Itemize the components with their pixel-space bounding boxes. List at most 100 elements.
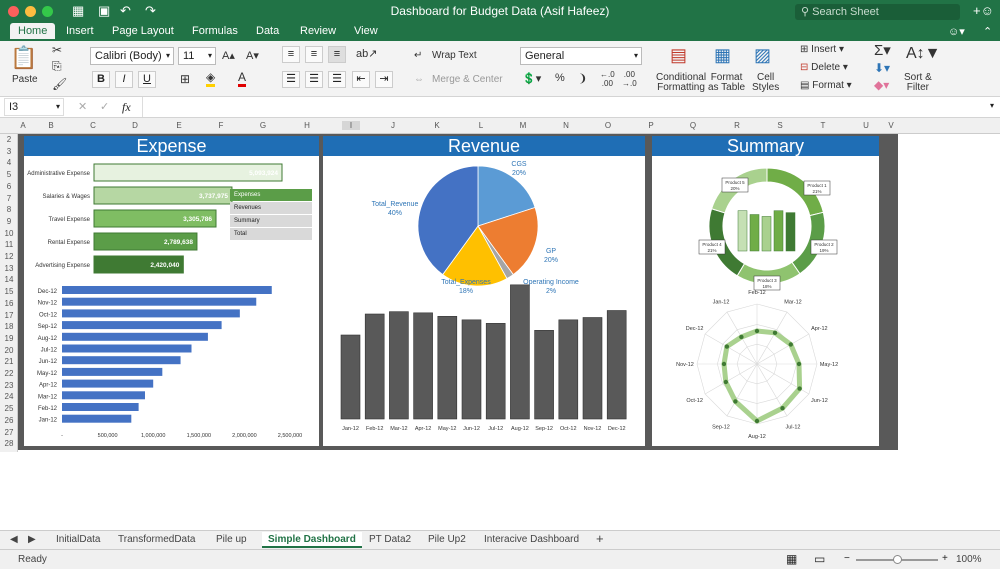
- row-header[interactable]: 4: [0, 158, 18, 167]
- shrink-font-icon[interactable]: A▾: [246, 49, 259, 62]
- expand-formula-icon[interactable]: ▾: [990, 101, 994, 110]
- row-header[interactable]: 9: [0, 217, 18, 226]
- align-right-button[interactable]: ☰: [328, 71, 346, 88]
- format-as-table-icon[interactable]: ▦: [714, 45, 731, 66]
- increase-indent-button[interactable]: ⇥: [375, 71, 393, 88]
- row-header[interactable]: 24: [0, 392, 18, 401]
- fill-icon[interactable]: ⬇▾: [874, 61, 890, 75]
- cell-styles-button[interactable]: Cell Styles: [752, 73, 779, 93]
- column-header[interactable]: N: [561, 121, 571, 130]
- row-header[interactable]: 17: [0, 311, 18, 320]
- tab-insert[interactable]: Insert: [66, 25, 94, 37]
- font-size-select[interactable]: 11 ▾: [178, 47, 216, 65]
- tab-review[interactable]: Review: [300, 25, 336, 37]
- column-header[interactable]: I: [342, 121, 360, 130]
- row-header[interactable]: 14: [0, 275, 18, 284]
- zoom-in-icon[interactable]: +: [942, 553, 948, 564]
- row-header[interactable]: 21: [0, 357, 18, 366]
- collapse-ribbon-icon[interactable]: ⌃: [983, 25, 992, 38]
- column-header[interactable]: J: [388, 121, 398, 130]
- column-header[interactable]: U: [861, 121, 871, 130]
- font-name-select[interactable]: Calibri (Body) ▾: [90, 47, 174, 65]
- function-icon[interactable]: fx: [122, 100, 131, 115]
- format-painter-icon[interactable]: 🖌: [52, 77, 67, 91]
- bold-button[interactable]: B: [92, 71, 110, 88]
- column-header[interactable]: T: [818, 121, 828, 130]
- autosum-icon[interactable]: Σ▾: [874, 41, 891, 59]
- row-header[interactable]: 10: [0, 229, 18, 238]
- row-header[interactable]: 16: [0, 299, 18, 308]
- column-header[interactable]: V: [886, 121, 896, 130]
- row-header[interactable]: 11: [0, 240, 18, 249]
- row-header[interactable]: 3: [0, 147, 18, 156]
- fill-color-icon[interactable]: ◈: [206, 70, 216, 87]
- format-as-table-button[interactable]: Format as Table: [708, 73, 745, 93]
- page-layout-view-icon[interactable]: ▭: [814, 552, 825, 566]
- formula-input[interactable]: [142, 97, 987, 117]
- number-format-select[interactable]: General ▾: [520, 47, 642, 65]
- row-header[interactable]: 22: [0, 369, 18, 378]
- cancel-icon[interactable]: ✕: [78, 100, 87, 113]
- column-header[interactable]: C: [88, 121, 98, 130]
- row-header[interactable]: 8: [0, 205, 18, 214]
- normal-view-icon[interactable]: ▦: [786, 552, 797, 566]
- align-top-button[interactable]: ≡: [282, 46, 300, 63]
- conditional-formatting-icon[interactable]: ▤: [670, 45, 687, 66]
- sheet-tab[interactable]: Pile Up2: [428, 534, 466, 545]
- column-header[interactable]: D: [130, 121, 140, 130]
- decrease-decimal-button[interactable]: .00 →.0: [622, 70, 637, 88]
- name-box[interactable]: I3 ▾: [4, 98, 64, 116]
- row-header[interactable]: 12: [0, 252, 18, 261]
- decrease-indent-button[interactable]: ⇤: [352, 71, 370, 88]
- search-input[interactable]: ⚲ Search Sheet: [795, 4, 960, 20]
- slicer-item[interactable]: Summary: [230, 215, 312, 227]
- row-header[interactable]: 7: [0, 194, 18, 203]
- sort-filter-button[interactable]: Sort & Filter: [904, 73, 932, 93]
- slicer-item[interactable]: Total: [230, 228, 312, 240]
- zoom-out-icon[interactable]: −: [844, 553, 850, 564]
- column-header[interactable]: O: [603, 121, 613, 130]
- comma-button[interactable]: ❩: [578, 72, 587, 85]
- increase-decimal-button[interactable]: ←.0.00: [600, 70, 615, 88]
- zoom-slider[interactable]: [856, 555, 938, 564]
- column-header[interactable]: S: [775, 121, 785, 130]
- percent-button[interactable]: %: [555, 72, 565, 84]
- row-header[interactable]: 28: [0, 439, 18, 448]
- column-header[interactable]: A: [18, 121, 28, 130]
- column-header[interactable]: K: [432, 121, 442, 130]
- accounting-icon[interactable]: 💲▾: [522, 72, 541, 85]
- add-user-icon[interactable]: +☺: [973, 3, 994, 18]
- row-header[interactable]: 20: [0, 346, 18, 355]
- enter-icon[interactable]: ✓: [100, 100, 109, 113]
- column-header[interactable]: F: [216, 121, 226, 130]
- paste-button[interactable]: Paste: [12, 74, 38, 85]
- clear-icon[interactable]: ◆▾: [874, 78, 889, 92]
- column-header[interactable]: Q: [688, 121, 698, 130]
- column-header[interactable]: L: [476, 121, 486, 130]
- tab-home[interactable]: Home: [10, 23, 56, 39]
- orientation-icon[interactable]: ab↗: [356, 47, 377, 60]
- row-header[interactable]: 19: [0, 334, 18, 343]
- align-bottom-button[interactable]: ≡: [328, 46, 346, 63]
- row-header[interactable]: 15: [0, 287, 18, 296]
- format-cells-button[interactable]: ▤ Format ▾: [800, 80, 852, 91]
- sheet-tab-active[interactable]: Simple Dashboard: [262, 532, 362, 548]
- column-header[interactable]: E: [174, 121, 184, 130]
- align-left-button[interactable]: ☰: [282, 71, 300, 88]
- borders-icon[interactable]: ⊞: [180, 72, 190, 86]
- italic-button[interactable]: I: [115, 71, 133, 88]
- column-header[interactable]: G: [258, 121, 268, 130]
- tab-data[interactable]: Data: [256, 25, 279, 37]
- row-header[interactable]: 23: [0, 381, 18, 390]
- sheet-tab[interactable]: PT Data2: [369, 534, 411, 545]
- tab-formulas[interactable]: Formulas: [192, 25, 238, 37]
- column-header[interactable]: R: [732, 121, 742, 130]
- sheet-tab[interactable]: Interacive Dashboard: [484, 534, 579, 545]
- sheet-tab[interactable]: InitialData: [56, 534, 100, 545]
- cell-styles-icon[interactable]: ▨: [754, 45, 771, 66]
- cut-icon[interactable]: ✂: [52, 43, 62, 57]
- conditional-formatting-button[interactable]: Conditional Formatting: [656, 73, 706, 93]
- copy-icon[interactable]: ⎘: [52, 59, 62, 74]
- row-header[interactable]: 25: [0, 404, 18, 413]
- row-header[interactable]: 27: [0, 428, 18, 437]
